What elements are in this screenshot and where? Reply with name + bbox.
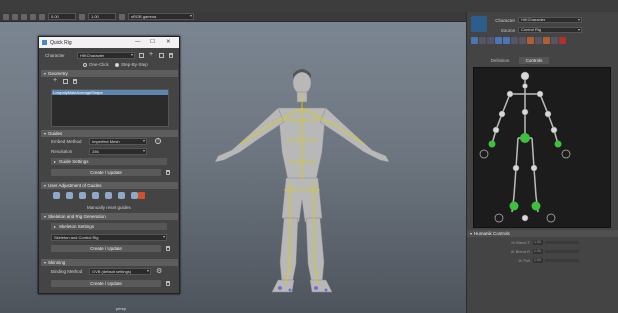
settings-gear-icon[interactable]: ⚙ [156,267,162,275]
key-icon[interactable] [511,37,518,44]
character-label: Character [495,17,515,23]
delete-skeleton-icon[interactable] [166,246,170,251]
delete-guides-icon[interactable] [166,170,170,175]
duplicate-icon[interactable] [159,53,164,58]
delete-skin-icon[interactable] [166,281,170,286]
ik-blend-t-field[interactable]: 1.00 [533,239,543,245]
character-label: Character [45,53,65,58]
ik-blend-r-field[interactable]: 1.00 [533,248,543,254]
clear-guides-icon[interactable] [138,192,145,199]
embed-method-label: Embed Method [51,139,82,144]
exposure-field[interactable]: 0.00 [48,13,76,20]
selection-icon[interactable] [487,37,494,44]
skeleton-create-update-button[interactable]: Create / Update [51,245,161,252]
tab-controls[interactable]: Controls [519,57,549,64]
ik-blend-r-slider[interactable] [545,249,579,253]
tab-definition[interactable]: Definition [481,57,519,64]
colorspace-select[interactable]: sRGB gamma [128,13,194,20]
binding-method-label: Binding Method [51,269,83,274]
color-management-icon[interactable] [119,13,125,20]
delete-icon[interactable] [559,37,566,44]
ik-pull-slider[interactable] [545,258,579,262]
quick-rig-window: Quick Rig — ☐ ✕ Character HIKCharacter +… [38,36,180,294]
add-icon[interactable]: + [149,51,153,58]
ik-pull-row: IK Pull 1.00 [473,257,611,263]
embed-method-dropdown[interactable]: Imperfect Mesh [89,138,147,145]
source-select[interactable]: Control Rig [518,27,582,33]
full-body-icon[interactable] [471,37,478,44]
mirror-right-icon[interactable] [66,192,73,199]
humanik-logo [471,16,487,32]
humanik-controls-header[interactable]: Humanik Controls [467,230,618,237]
guides-create-update-button[interactable]: Create / Update [51,169,161,176]
ik-blend-t-row: IK Blend T 1.00 [473,239,611,245]
quick-rig-titlebar[interactable]: Quick Rig — ☐ ✕ [39,37,179,48]
pin-translate-icon[interactable] [495,37,502,44]
skinning-create-update-button[interactable]: Create / Update [51,280,161,287]
skin-icon[interactable] [131,192,138,199]
pin-rotate-icon[interactable] [503,37,510,44]
geometry-list-item[interactable]: LowpolyMaleAverageShape [52,90,168,95]
mode-one-click[interactable]: One-Click [83,62,109,67]
maya-icon [42,40,47,45]
gamma-field[interactable]: 1.00 [88,13,116,20]
film-gate-icon[interactable] [21,13,27,20]
delete-character-icon[interactable] [169,53,173,58]
camera-icon[interactable] [3,13,9,20]
binding-method-dropdown[interactable]: GVB (default settings) [89,268,151,275]
mirror-left-icon[interactable] [53,192,60,199]
source-label: Source [500,27,515,33]
humanik-panel: Character HIKCharacter Source Control Ri… [466,12,618,313]
user-adjustment-header[interactable]: User Adjustment of Guides [41,182,178,189]
camera-label: persp [116,306,127,311]
load-guides-icon[interactable] [105,192,112,199]
menu-bar [0,0,618,12]
select-all-icon[interactable] [63,79,68,84]
manual-guides-text: Manually reset guides [87,205,131,210]
pose-icon[interactable] [535,37,542,44]
grid-icon[interactable] [12,13,18,20]
skeleton-controls-view[interactable] [473,67,611,228]
save-guides-icon[interactable] [118,192,125,199]
skeleton-rig-header[interactable]: Skeleton and Rig Generation [41,213,178,220]
maximize-button[interactable]: ☐ [150,39,155,45]
body-part-icon[interactable] [479,37,486,44]
reset-guides-icon[interactable] [92,192,99,199]
minimize-button[interactable]: — [135,39,141,45]
mirror-icon[interactable] [519,37,526,44]
remove-geometry-icon[interactable] [73,79,77,84]
new-character-icon[interactable] [139,53,144,58]
resolution-gate-icon[interactable] [30,13,36,20]
stance-icon[interactable] [543,37,550,44]
character-select[interactable]: HIKCharacter [518,17,582,23]
resolution-label: Resolution [51,149,73,154]
mode-step-by-step[interactable]: Step-By-Step [115,62,148,67]
options-icon[interactable] [551,37,558,44]
skeleton-settings-header[interactable]: Skeleton Settings [51,223,167,230]
gamma-icon[interactable] [79,13,85,20]
exposure-icon[interactable] [39,13,45,20]
window-title: Quick Rig [50,39,72,46]
guides-header[interactable]: Guides [41,130,178,137]
select-guides-icon[interactable] [79,192,86,199]
geometry-list[interactable]: LowpolyMaleAverageShape [51,89,169,127]
add-geometry-icon[interactable]: + [53,77,57,84]
character-dropdown[interactable]: HIKCharacter [77,52,135,59]
ik-blend-t-slider[interactable] [545,240,579,244]
guide-settings-header[interactable]: Guide Settings [51,158,167,165]
close-button[interactable]: ✕ [166,39,171,45]
ik-blend-r-row: IK Blend R 1.00 [473,248,611,254]
resolution-dropdown[interactable]: 256 [89,148,147,155]
reset-icon[interactable] [527,37,534,44]
help-icon[interactable]: ? [155,138,161,144]
skinning-header[interactable]: Skinning [41,259,178,266]
geometry-header[interactable]: Geometry [41,70,178,77]
ik-pull-field[interactable]: 1.00 [533,257,543,263]
skeleton-type-dropdown[interactable]: Skeleton and Control Rig [51,234,167,241]
